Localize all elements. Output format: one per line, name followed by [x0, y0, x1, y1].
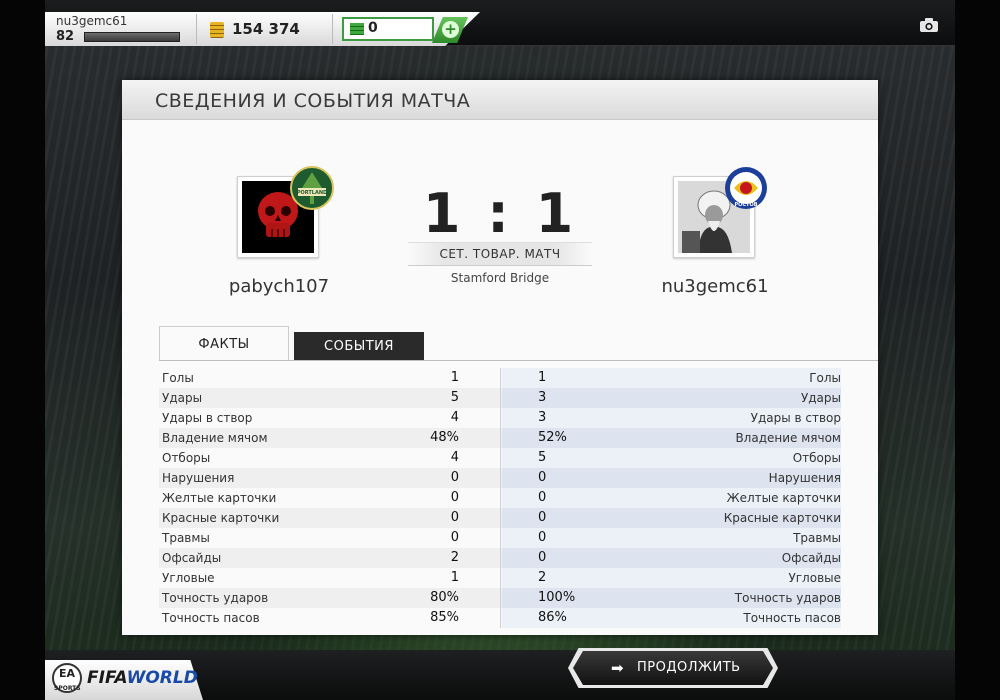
- page-title: СВЕДЕНИЯ И СОБЫТИЯ МАТЧА: [155, 90, 471, 112]
- points-balance: 0: [368, 20, 378, 36]
- home-stat-label: Владение мячом: [162, 431, 268, 445]
- rostov-crest-icon: РОСТОВ: [725, 167, 767, 209]
- away-stat-value: 52%: [538, 430, 567, 445]
- away-stat-value: 0: [538, 470, 547, 485]
- away-stat-label: Владение мячом: [735, 431, 841, 445]
- left-border: [0, 0, 45, 700]
- away-stat-label: Травмы: [793, 531, 841, 545]
- right-border: [955, 0, 1000, 700]
- away-stat-label: Удары: [800, 391, 841, 405]
- match-type: СЕТ. ТОВАР. МАТЧ: [439, 247, 561, 261]
- divider: [196, 14, 197, 44]
- svg-text:РОСТОВ: РОСТОВ: [734, 202, 757, 208]
- home-stat-value: 0: [450, 510, 459, 525]
- home-stat-label: Точность пасов: [162, 611, 260, 625]
- home-player-name: pabych107: [228, 276, 330, 297]
- svg-text:PORTLAND: PORTLAND: [297, 190, 327, 196]
- away-stat-cell: [502, 388, 841, 408]
- stats-divider: [500, 368, 501, 628]
- home-stat-value: 0: [450, 470, 459, 485]
- home-stat-label: Отборы: [162, 451, 211, 465]
- fifa-logo-text: FIFA: [87, 668, 127, 688]
- home-stat-value: 48%: [430, 430, 459, 445]
- home-stat-value: 4: [450, 410, 459, 425]
- home-stat-value: 0: [450, 490, 459, 505]
- home-stat-label: Нарушения: [162, 471, 235, 485]
- stadium-name: Stamford Bridge: [450, 271, 550, 285]
- world-logo-text: WORLD: [126, 668, 198, 688]
- divider: [332, 14, 333, 44]
- away-stat-label: Голы: [809, 371, 841, 385]
- home-stat-value: 4: [450, 450, 459, 465]
- arrow-right-icon[interactable]: ➡: [611, 659, 624, 677]
- away-stat-value: 0: [538, 530, 547, 545]
- home-stat-label: Красные карточки: [162, 511, 280, 525]
- camera-icon[interactable]: [920, 18, 938, 32]
- ea-sports-logo: EA SPORTS: [52, 663, 82, 693]
- home-stat-label: Голы: [162, 371, 194, 385]
- away-stat-value: 0: [538, 490, 547, 505]
- away-stat-value: 3: [538, 410, 547, 425]
- fifa-world-logo: FIFAWORLD: [87, 668, 198, 688]
- xp-progress-bar: [84, 32, 180, 42]
- tab-underline: [159, 360, 878, 361]
- match-facts-panel: СВЕДЕНИЯ И СОБЫТИЯ МАТЧА PORTLAND pabych…: [122, 80, 878, 635]
- coins-balance: 154 374: [232, 20, 300, 38]
- tab-facts[interactable]: ФАКТЫ: [159, 326, 289, 361]
- home-stat-value: 80%: [430, 590, 459, 605]
- away-stat-label: Удары в створ: [750, 411, 841, 425]
- away-stat-cell: [502, 448, 841, 468]
- home-stat-label: Точность ударов: [162, 591, 269, 605]
- home-stat-value: 85%: [430, 610, 459, 625]
- away-stat-value: 3: [538, 390, 547, 405]
- home-stat-label: Угловые: [162, 571, 215, 585]
- home-stat-label: Удары: [162, 391, 203, 405]
- match-score: 1 : 1: [422, 182, 578, 245]
- away-stat-label: Офсайды: [781, 551, 841, 565]
- username: nu3gemc61: [56, 14, 128, 28]
- away-stat-label: Нарушения: [768, 471, 841, 485]
- points-icon: [350, 23, 364, 35]
- home-stat-value: 1: [450, 370, 459, 385]
- tab-events[interactable]: СОБЫТИЯ: [294, 332, 424, 361]
- home-stat-label: Желтые карточки: [162, 491, 277, 505]
- away-stat-value: 5: [538, 450, 547, 465]
- away-stat-cell: [502, 368, 841, 388]
- home-stat-value: 2: [450, 550, 459, 565]
- home-stat-value: 5: [450, 390, 459, 405]
- plus-icon[interactable]: +: [442, 21, 459, 38]
- away-stat-value: 100%: [538, 590, 576, 605]
- away-stat-label: Отборы: [792, 451, 841, 465]
- away-stat-label: Точность ударов: [734, 591, 841, 605]
- home-stat-label: Удары в створ: [162, 411, 253, 425]
- away-stat-label: Угловые: [788, 571, 841, 585]
- away-stat-value: 86%: [538, 610, 567, 625]
- away-stat-label: Красные карточки: [723, 511, 841, 525]
- coins-icon: [210, 22, 224, 38]
- away-stat-label: Точность пасов: [743, 611, 841, 625]
- home-stat-label: Офсайды: [162, 551, 222, 565]
- player-level: 82: [56, 29, 75, 44]
- home-stat-value: 1: [450, 570, 459, 585]
- portland-timbers-crest-icon: PORTLAND: [290, 166, 334, 210]
- away-stat-label: Желтые карточки: [726, 491, 841, 505]
- away-stat-value: 0: [538, 550, 547, 565]
- away-player-name: nu3gemc61: [661, 276, 769, 297]
- continue-button-label[interactable]: ПРОДОЛЖИТЬ: [637, 660, 741, 675]
- away-stat-value: 1: [538, 370, 547, 385]
- away-stat-value: 2: [538, 570, 547, 585]
- home-stat-value: 0: [450, 530, 459, 545]
- away-stat-value: 0: [538, 510, 547, 525]
- away-stat-cell: [502, 528, 841, 548]
- home-stat-label: Травмы: [162, 531, 210, 545]
